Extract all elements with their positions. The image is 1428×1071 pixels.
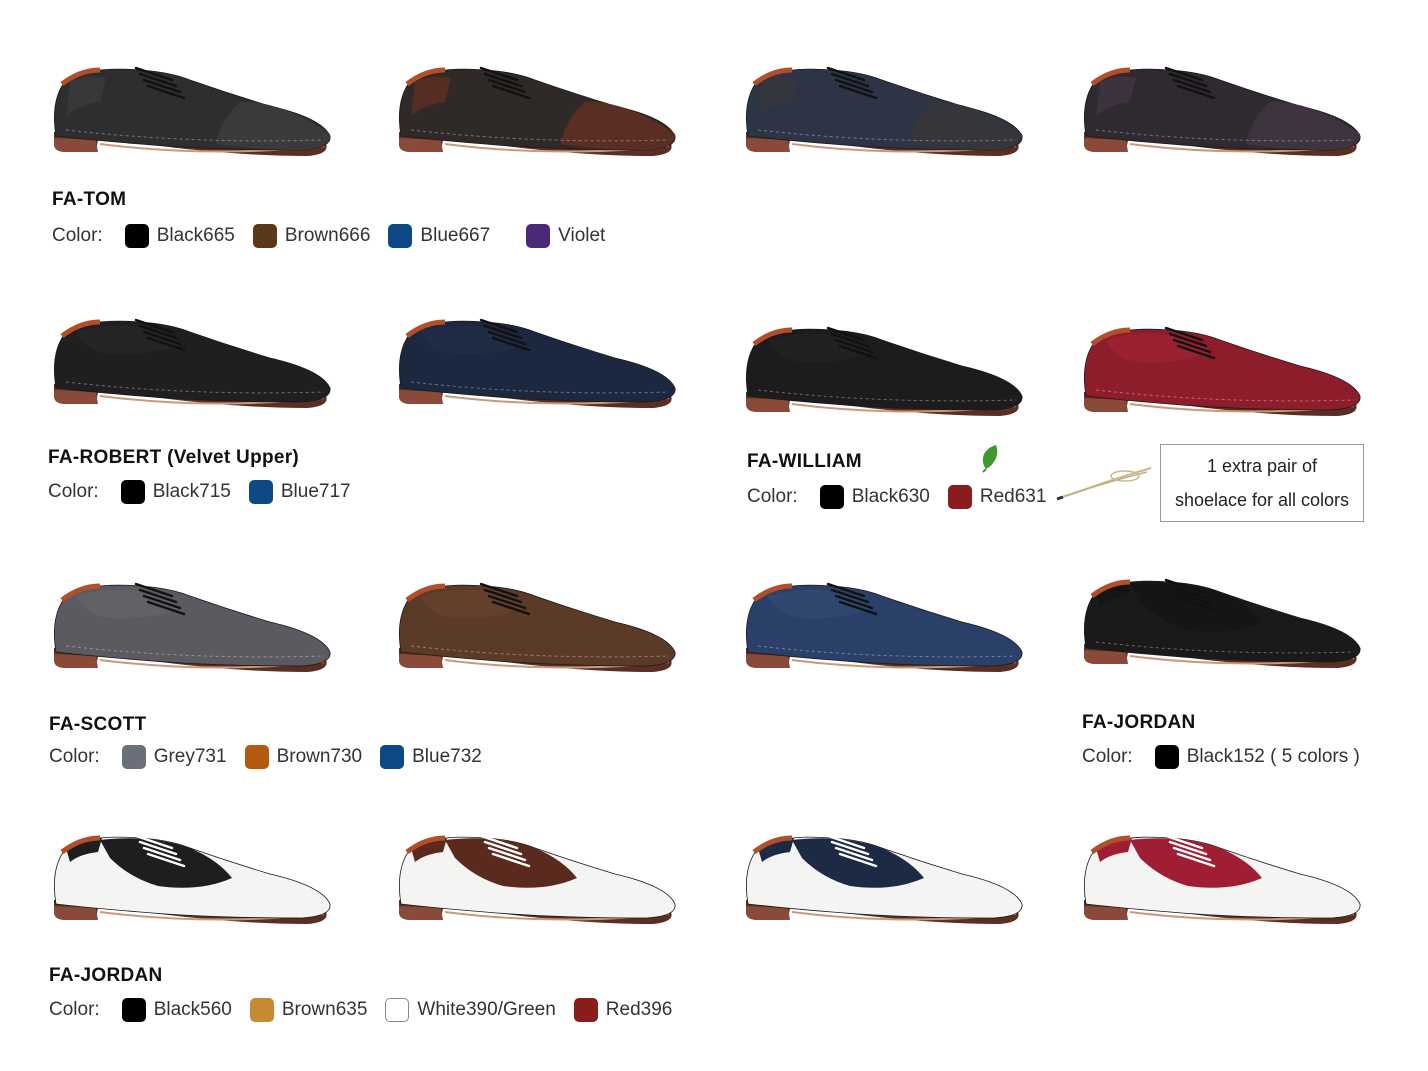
color-name: Brown666 bbox=[284, 225, 371, 246]
color-name: Violet bbox=[558, 225, 606, 246]
product-title: FA-TOM bbox=[52, 189, 127, 210]
color-label: Color: bbox=[52, 225, 103, 246]
color-options: Color: Black560 Brown635 White390/Green … bbox=[49, 998, 690, 1022]
color-label: Color: bbox=[48, 481, 99, 502]
shoe-image bbox=[385, 40, 685, 170]
color-name: Black665 bbox=[156, 225, 235, 246]
color-swatch[interactable]: Blue667 bbox=[388, 224, 490, 248]
color-name: Black630 bbox=[851, 486, 930, 507]
shoe-image bbox=[732, 556, 1032, 686]
color-swatch[interactable]: Black630 bbox=[819, 485, 930, 509]
color-options: Color: Black152 ( 5 colors ) bbox=[1082, 745, 1378, 769]
shoe-image bbox=[40, 40, 340, 170]
note-line: shoelace for all colors bbox=[1174, 490, 1350, 510]
color-options: Color: Grey731 Brown730 Blue732 bbox=[49, 745, 500, 769]
color-swatch[interactable]: Brown730 bbox=[244, 745, 363, 769]
shoe-image bbox=[1070, 40, 1370, 170]
color-name: Black152 ( 5 colors ) bbox=[1186, 746, 1360, 767]
shoe-image bbox=[732, 40, 1032, 170]
shoe-image bbox=[385, 808, 685, 938]
color-swatch[interactable]: Blue732 bbox=[380, 745, 482, 769]
color-name: Brown730 bbox=[276, 746, 363, 767]
shoe-image bbox=[732, 808, 1032, 938]
color-swatch[interactable]: Red631 bbox=[947, 485, 1047, 509]
shoe-image bbox=[1070, 552, 1370, 682]
shoe-image bbox=[385, 556, 685, 686]
shoe-image bbox=[40, 808, 340, 938]
shoe-image bbox=[1070, 808, 1370, 938]
color-chip bbox=[947, 485, 972, 509]
product-title: FA-ROBERT (Velvet Upper) bbox=[48, 447, 300, 468]
color-swatch[interactable]: Blue717 bbox=[248, 480, 351, 504]
color-name: Red396 bbox=[605, 999, 673, 1020]
color-swatch[interactable]: Black560 bbox=[121, 998, 232, 1022]
color-swatch[interactable]: Grey731 bbox=[121, 745, 227, 769]
color-chip bbox=[380, 745, 405, 769]
color-chip bbox=[249, 998, 274, 1022]
color-swatch[interactable]: Brown666 bbox=[252, 224, 371, 248]
color-chip bbox=[385, 998, 410, 1022]
color-chip bbox=[819, 485, 844, 509]
color-chip bbox=[121, 998, 146, 1022]
color-chip bbox=[252, 224, 277, 248]
color-label: Color: bbox=[49, 746, 100, 767]
color-chip bbox=[248, 480, 273, 504]
product-title: FA-WILLIAM bbox=[747, 451, 862, 472]
shoelace-note: 1 extra pair of shoelace for all colors bbox=[1160, 444, 1364, 522]
color-swatch[interactable]: Black715 bbox=[120, 480, 231, 504]
shoe-image bbox=[385, 292, 685, 422]
leaf-icon bbox=[978, 443, 1000, 478]
color-chip bbox=[526, 224, 551, 248]
color-swatch[interactable]: Violet bbox=[526, 224, 605, 248]
product-title: FA-SCOTT bbox=[49, 714, 147, 735]
shoe-image bbox=[40, 292, 340, 422]
color-swatch[interactable]: White390/Green bbox=[385, 998, 556, 1022]
color-options: Color: Black665 Brown666 Blue667 Violet bbox=[52, 224, 623, 248]
shoe-image bbox=[732, 300, 1032, 430]
color-chip bbox=[388, 224, 413, 248]
color-name: Brown635 bbox=[281, 999, 368, 1020]
color-chip bbox=[1154, 745, 1179, 769]
note-line: 1 extra pair of bbox=[1206, 456, 1318, 476]
shoelace-icon bbox=[1055, 462, 1155, 507]
color-name: Grey731 bbox=[153, 746, 227, 767]
color-chip bbox=[244, 745, 269, 769]
color-options: Color: Black630 Red631 bbox=[747, 485, 1064, 509]
color-name: Black560 bbox=[153, 999, 232, 1020]
color-name: Blue667 bbox=[420, 225, 491, 246]
color-name: Blue732 bbox=[412, 746, 482, 767]
color-chip bbox=[121, 745, 146, 769]
product-title: FA-JORDAN bbox=[1082, 712, 1196, 733]
color-name: Red631 bbox=[979, 486, 1047, 507]
color-chip bbox=[120, 480, 145, 504]
color-swatch[interactable]: Black665 bbox=[124, 224, 235, 248]
color-swatch[interactable]: Black152 ( 5 colors ) bbox=[1154, 745, 1360, 769]
color-name: Blue717 bbox=[280, 481, 351, 502]
color-name: Black715 bbox=[152, 481, 231, 502]
shoe-image bbox=[40, 556, 340, 686]
shoe-image bbox=[1070, 300, 1370, 430]
color-chip bbox=[573, 998, 598, 1022]
color-label: Color: bbox=[1082, 746, 1133, 767]
color-swatch[interactable]: Red396 bbox=[573, 998, 673, 1022]
color-label: Color: bbox=[747, 486, 798, 507]
product-title: FA-JORDAN bbox=[49, 965, 163, 986]
color-label: Color: bbox=[49, 999, 100, 1020]
color-swatch[interactable]: Brown635 bbox=[249, 998, 368, 1022]
color-options: Color: Black715 Blue717 bbox=[48, 480, 369, 504]
color-chip bbox=[124, 224, 149, 248]
color-name: White390/Green bbox=[417, 999, 556, 1020]
